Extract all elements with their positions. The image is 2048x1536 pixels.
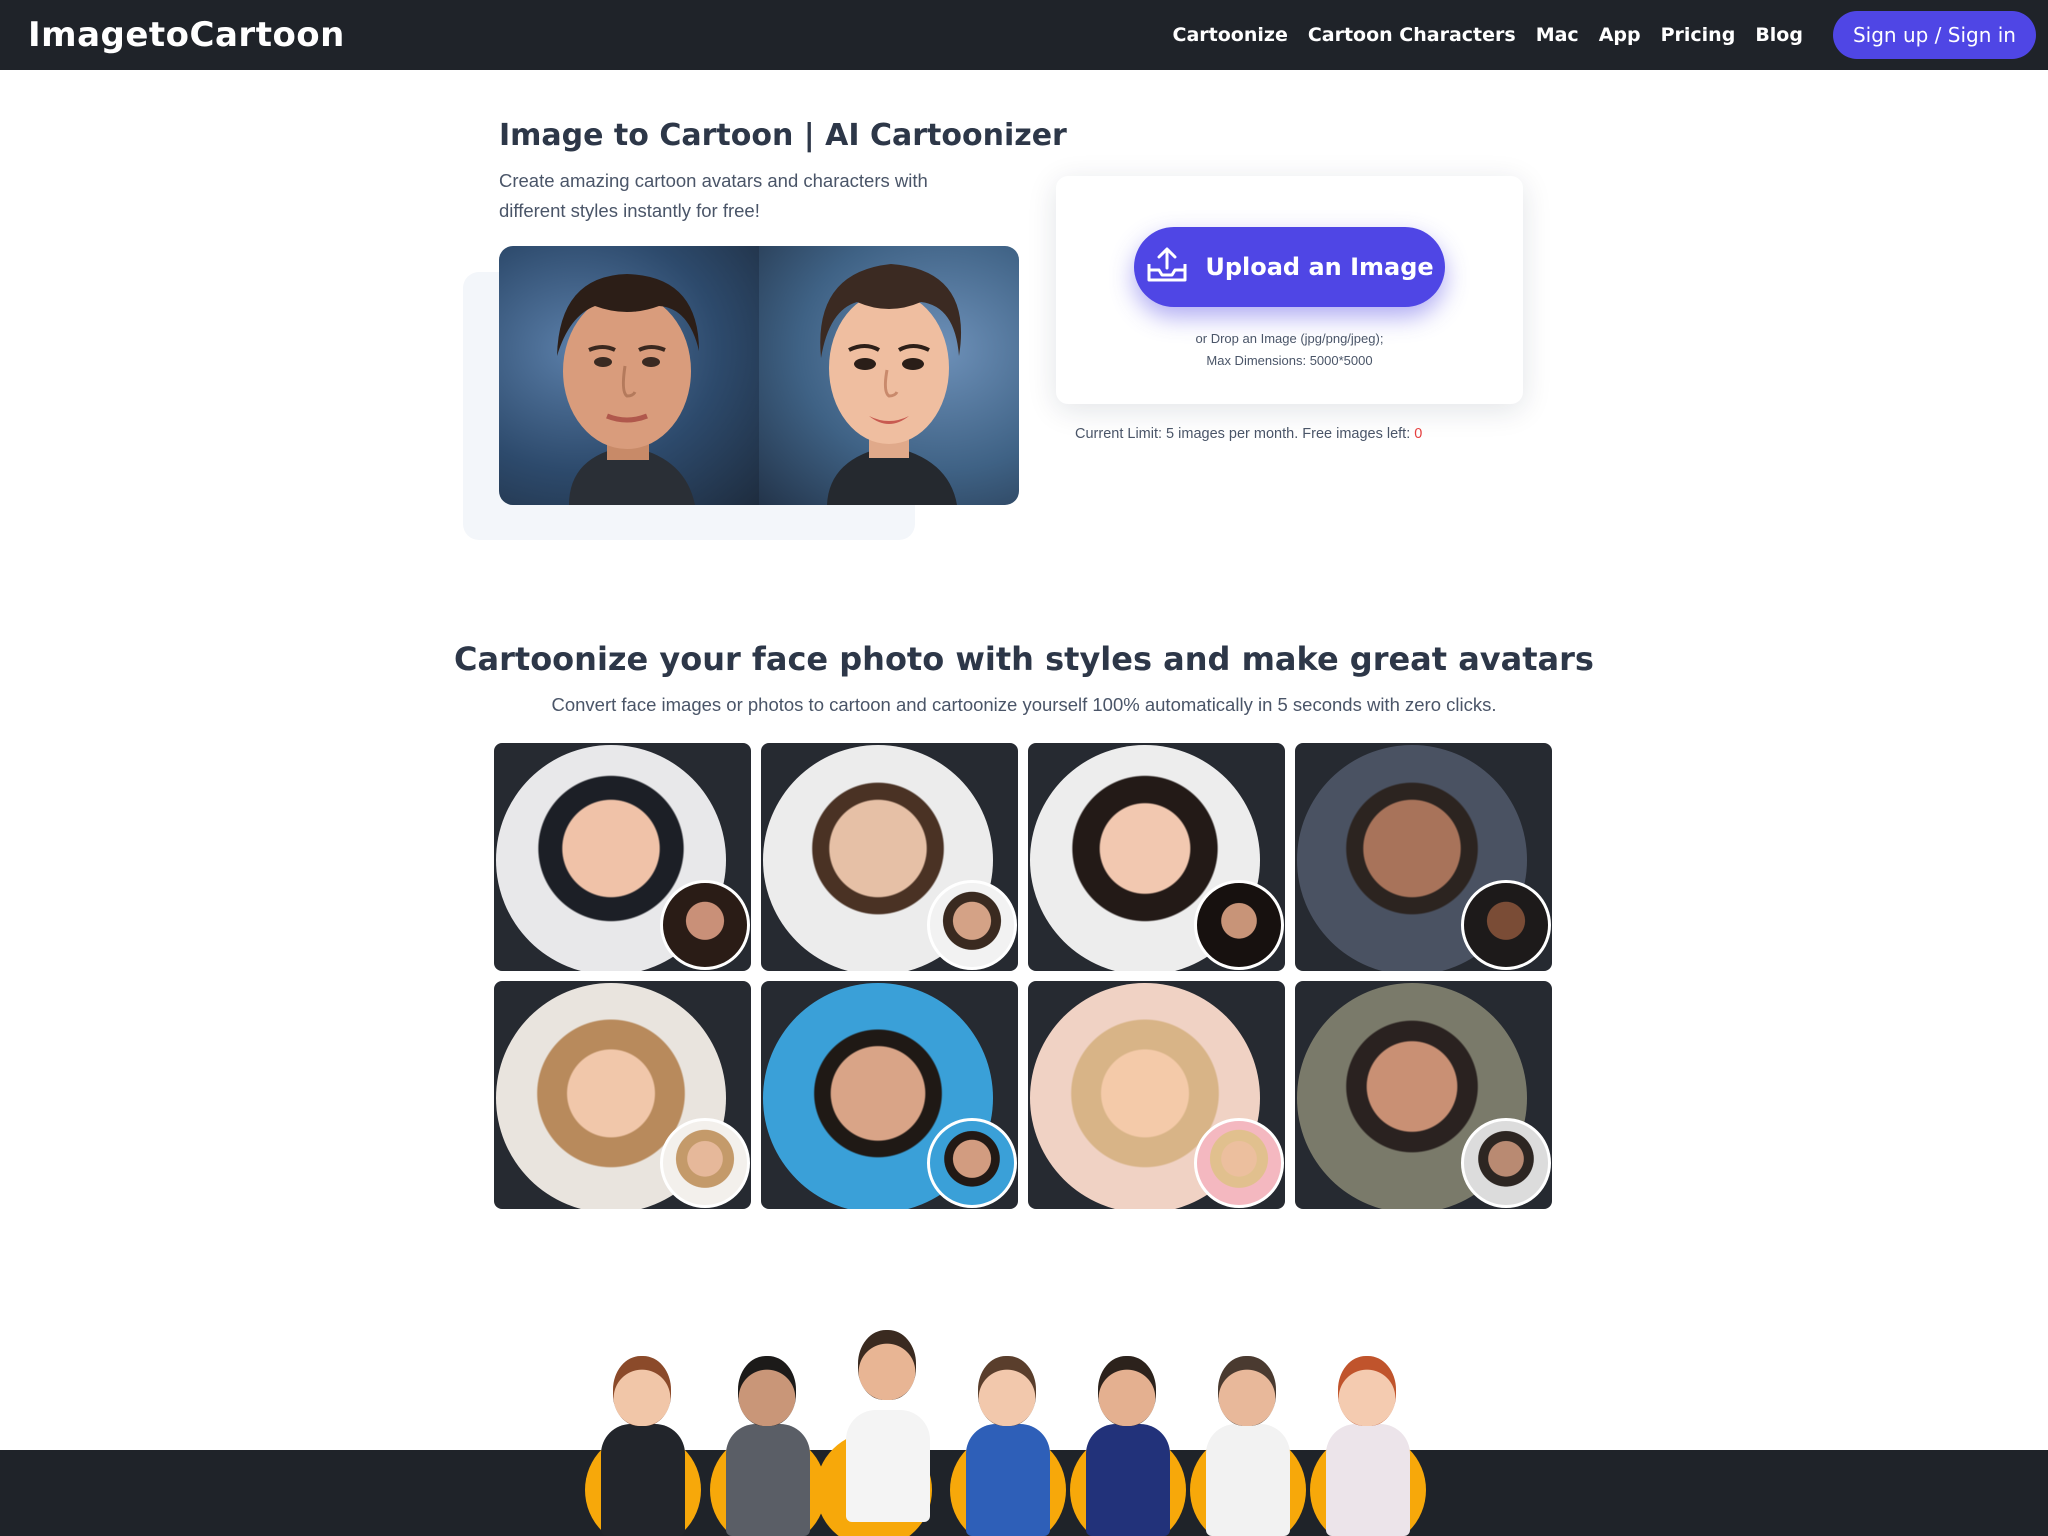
upload-card[interactable]: Upload an Image or Drop an Image (jpg/pn… xyxy=(1056,176,1523,404)
character-body xyxy=(1326,1424,1410,1536)
character-body xyxy=(1086,1424,1170,1536)
character-body xyxy=(846,1410,930,1522)
nav-link-cartoon-characters[interactable]: Cartoon Characters xyxy=(1308,24,1516,46)
original-photo-thumbnail xyxy=(1194,1118,1284,1208)
site-logo[interactable]: ImagetoCartoon xyxy=(28,15,345,55)
photo-face-illustration xyxy=(557,274,699,505)
character-head xyxy=(738,1356,796,1426)
character-head xyxy=(1338,1356,1396,1426)
nav-links: Cartoonize Cartoon Characters Mac App Pr… xyxy=(1153,11,2036,59)
style-example-tile[interactable] xyxy=(1028,981,1285,1209)
character-body xyxy=(726,1424,810,1536)
character-head xyxy=(613,1356,671,1426)
character-body xyxy=(966,1424,1050,1536)
style-example-tile[interactable] xyxy=(1295,981,1552,1209)
nav-link-pricing[interactable]: Pricing xyxy=(1661,24,1736,46)
upload-button-label: Upload an Image xyxy=(1205,253,1434,281)
original-photo-thumbnail xyxy=(1461,880,1551,970)
nav-link-mac[interactable]: Mac xyxy=(1536,24,1579,46)
upload-image-button[interactable]: Upload an Image xyxy=(1134,227,1445,307)
cartoon-face-illustration xyxy=(820,264,962,505)
hero-before-after-image xyxy=(499,246,1019,505)
character-body xyxy=(1206,1424,1290,1536)
style-example-tile[interactable] xyxy=(761,981,1018,1209)
original-photo-thumbnail xyxy=(1194,880,1284,970)
style-example-tile[interactable] xyxy=(1028,743,1285,971)
section-subtitle: Convert face images or photos to cartoon… xyxy=(551,694,1497,715)
cartoon-character xyxy=(940,1340,1066,1536)
nav-link-app[interactable]: App xyxy=(1599,24,1641,46)
style-example-tile[interactable] xyxy=(494,743,751,971)
original-photo-thumbnail xyxy=(660,1118,750,1208)
style-example-tile[interactable] xyxy=(494,981,751,1209)
original-photo-thumbnail xyxy=(1461,1118,1551,1208)
style-gallery xyxy=(494,743,1554,1209)
section-title: Cartoonize your face photo with styles a… xyxy=(454,640,1594,678)
upload-hint-dimensions: Max Dimensions: 5000*5000 xyxy=(1206,353,1373,368)
hero-photo-half xyxy=(499,246,759,505)
character-head xyxy=(978,1356,1036,1426)
free-images-left-count: 0 xyxy=(1414,426,1423,442)
character-head xyxy=(1098,1356,1156,1426)
cartoon-character xyxy=(700,1340,826,1536)
cartoon-character xyxy=(816,1326,940,1536)
cartoon-character xyxy=(1300,1340,1426,1536)
hero-cartoon-half xyxy=(759,246,1019,505)
top-navbar: ImagetoCartoon Cartoonize Cartoon Charac… xyxy=(0,0,2048,70)
upload-hint-formats: or Drop an Image (jpg/png/jpeg); xyxy=(1195,331,1384,346)
nav-link-blog[interactable]: Blog xyxy=(1755,24,1803,46)
cartoon-character xyxy=(1180,1340,1306,1536)
character-head xyxy=(858,1330,916,1400)
upload-hint: or Drop an Image (jpg/png/jpeg); Max Dim… xyxy=(1056,328,1523,372)
original-photo-thumbnail xyxy=(660,880,750,970)
cartoon-character xyxy=(1060,1340,1186,1536)
signin-button[interactable]: Sign up / Sign in xyxy=(1832,11,2036,59)
original-photo-thumbnail xyxy=(927,880,1017,970)
style-example-tile[interactable] xyxy=(1295,743,1552,971)
hero-subtitle: Create amazing cartoon avatars and chara… xyxy=(499,170,928,221)
style-example-tile[interactable] xyxy=(761,743,1018,971)
original-photo-thumbnail xyxy=(927,1118,1017,1208)
cartoon-characters-strip xyxy=(575,1330,1475,1536)
cartoon-character xyxy=(575,1340,701,1536)
page-title: Image to Cartoon | AI Cartoonizer xyxy=(499,118,1067,153)
usage-limit-text: Current Limit: 5 images per month. Free … xyxy=(1075,426,1422,442)
usage-limit-label: Current Limit: 5 images per month. Free … xyxy=(1075,426,1415,442)
character-body xyxy=(601,1424,685,1536)
character-head xyxy=(1218,1356,1276,1426)
nav-link-cartoonize[interactable]: Cartoonize xyxy=(1173,24,1288,46)
upload-icon xyxy=(1145,246,1189,289)
